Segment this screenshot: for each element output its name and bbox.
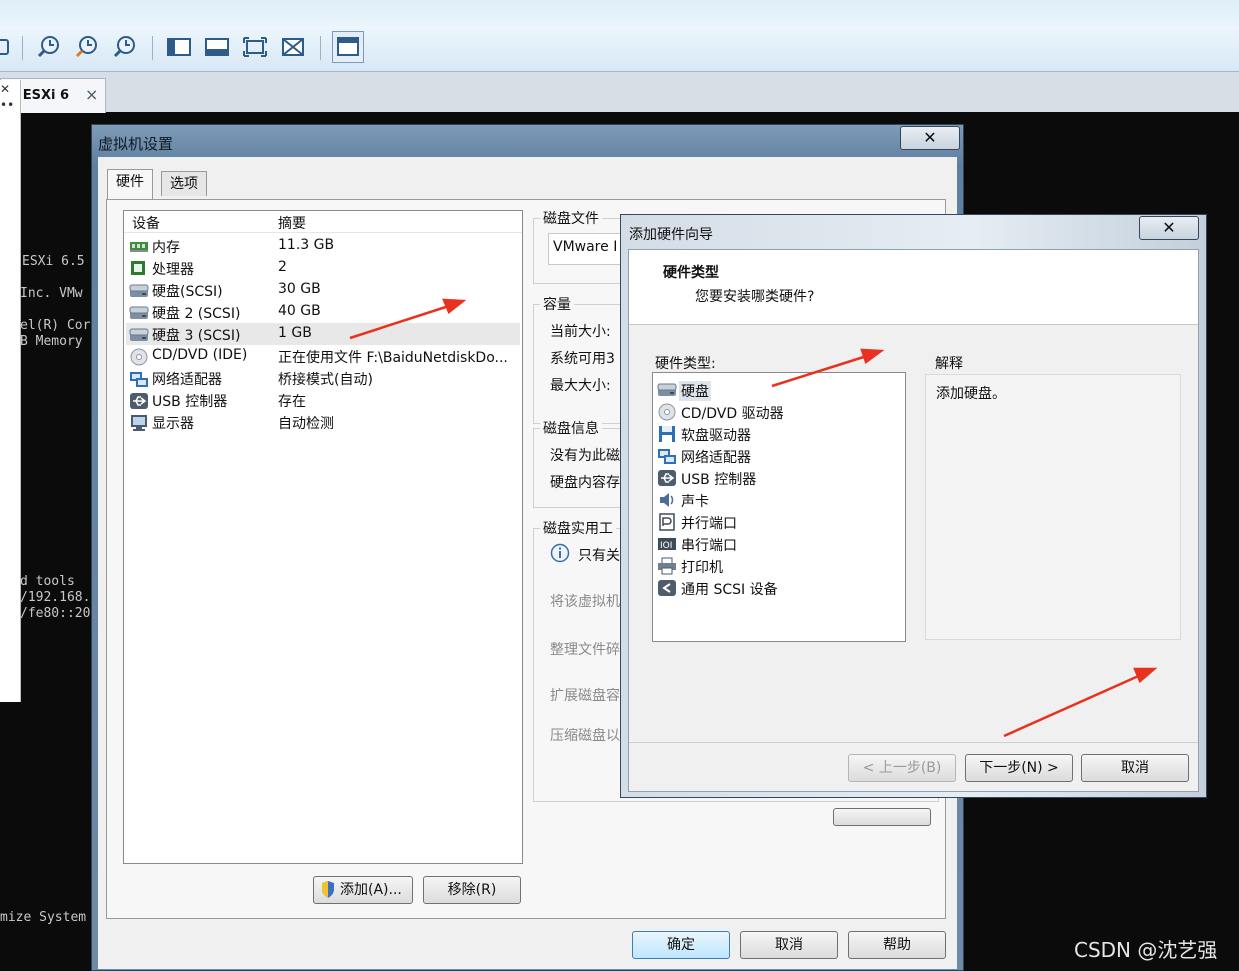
watermark: CSDN @沈艺强 — [1074, 938, 1218, 962]
annotation-arrow — [771, 348, 885, 388]
annotation-arrow — [1003, 667, 1158, 738]
annotation-arrows — [349, 298, 1158, 738]
annotation-arrow — [349, 298, 467, 340]
